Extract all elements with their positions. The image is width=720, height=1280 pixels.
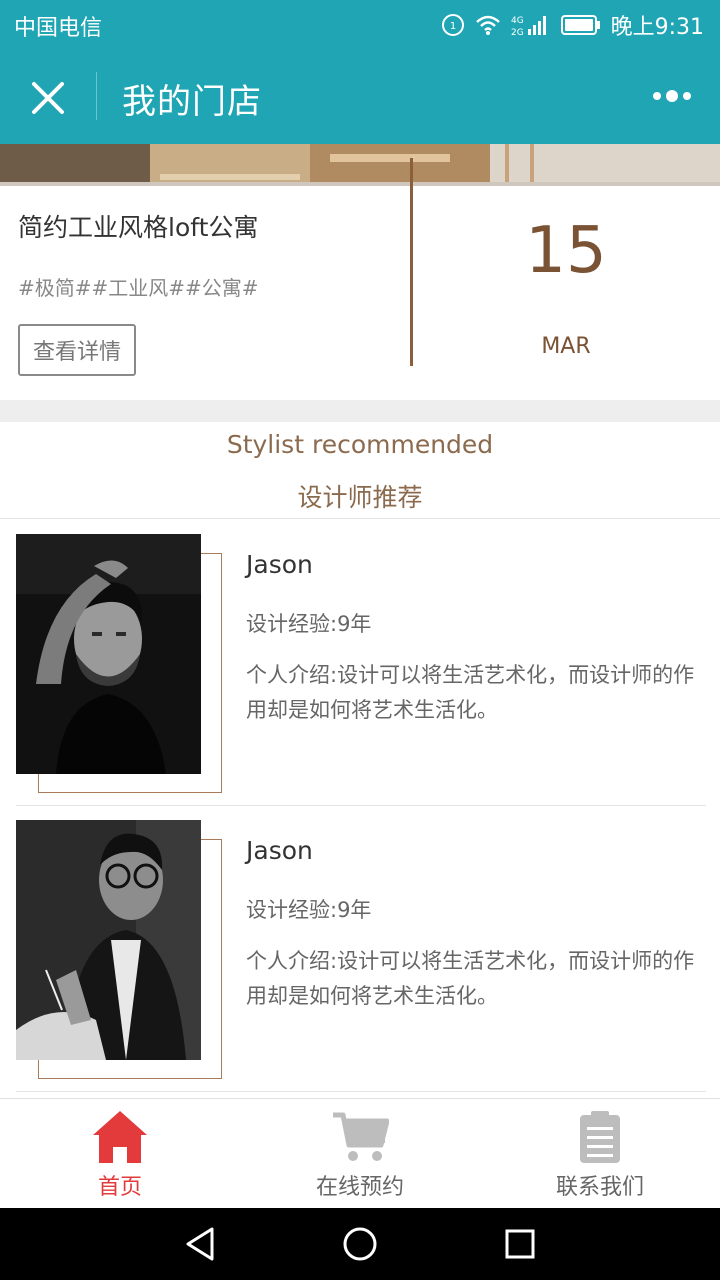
wifi-icon [475, 15, 500, 35]
more-icon [653, 92, 661, 100]
store-card: 简约工业风格loft公寓 #极简##工业风##公寓# 查看详情 15 MAR [0, 158, 720, 400]
section-title-en: Stylist recommended [226, 430, 494, 459]
tab-booking[interactable]: 在线预约 [240, 1099, 480, 1209]
title-divider [96, 72, 97, 120]
store-tags: #极简##工业风##公寓# [18, 276, 259, 300]
designer-card[interactable]: Jason 设计经验:9年 个人介绍:设计可以将生活艺术化，而设计师的作用却是如… [0, 806, 720, 1092]
home-icon [90, 1109, 150, 1165]
bottom-tab-bar: 首页 在线预约 联系我们 [0, 1098, 720, 1208]
status-icons: 1 4G 2G 晚上9:31 [441, 8, 704, 42]
designer-intro: 个人介绍:设计可以将生活艺术化，而设计师的作用却是如何将艺术生活化。 [246, 663, 695, 722]
page-title: 我的门店 [122, 82, 262, 122]
tab-label: 在线预约 [315, 1175, 404, 1200]
close-icon [32, 82, 64, 114]
clipboard-icon [570, 1109, 630, 1165]
section-gap [0, 400, 720, 422]
more-button[interactable] [648, 80, 696, 112]
circle-home-icon [343, 1227, 377, 1261]
back-button[interactable] [180, 1224, 220, 1264]
designer-name: Jason [246, 550, 313, 579]
carrier-label: 中国电信 [14, 16, 103, 41]
close-button[interactable] [22, 72, 74, 124]
system-nav-bar [0, 1208, 720, 1280]
square-recents-icon [505, 1229, 535, 1259]
designer-photo[interactable] [16, 820, 201, 1060]
recents-button[interactable] [500, 1224, 540, 1264]
designer-intro: 个人介绍:设计可以将生活艺术化，而设计师的作用却是如何将艺术生活化。 [246, 949, 695, 1008]
title-bar: 我的门店 [0, 50, 720, 144]
back-icon [186, 1227, 214, 1261]
date-month: MAR [541, 334, 591, 359]
designer-experience: 设计经验:9年 [246, 612, 372, 636]
view-details-button[interactable]: 查看详情 [18, 324, 136, 376]
designer-card[interactable]: Jason 设计经验:9年 个人介绍:设计可以将生活艺术化，而设计师的作用却是如… [0, 520, 720, 806]
battery-icon [560, 15, 600, 35]
tab-home[interactable]: 首页 [0, 1099, 240, 1209]
clock-label: 晚上9:31 [610, 15, 704, 40]
designer-photo[interactable] [16, 534, 201, 774]
section-title-zh: 设计师推荐 [297, 483, 423, 512]
store-title: 简约工业风格loft公寓 [18, 213, 259, 242]
tab-label: 联系我们 [555, 1175, 644, 1200]
home-nav-button[interactable] [340, 1224, 380, 1264]
cart-icon [330, 1109, 390, 1165]
status-bar: 中国电信 1 4G 2G 晚上9:31 [0, 0, 720, 50]
designer-experience: 设计经验:9年 [246, 898, 372, 922]
data-icon: 1 [441, 14, 464, 36]
tab-label: 首页 [97, 1175, 142, 1200]
designer-name: Jason [246, 836, 313, 865]
date-day: 15 [525, 214, 607, 288]
stylist-section-header: Stylist recommended 设计师推荐 [0, 422, 720, 519]
tab-contact[interactable]: 联系我们 [480, 1099, 720, 1209]
store-banner-image[interactable] [0, 144, 720, 186]
svg-text:4G: 4G [511, 16, 524, 26]
svg-text:1: 1 [449, 21, 455, 32]
signal-icon: 4G 2G [511, 16, 546, 37]
divider [16, 1091, 706, 1092]
svg-text:2G: 2G [511, 28, 524, 37]
